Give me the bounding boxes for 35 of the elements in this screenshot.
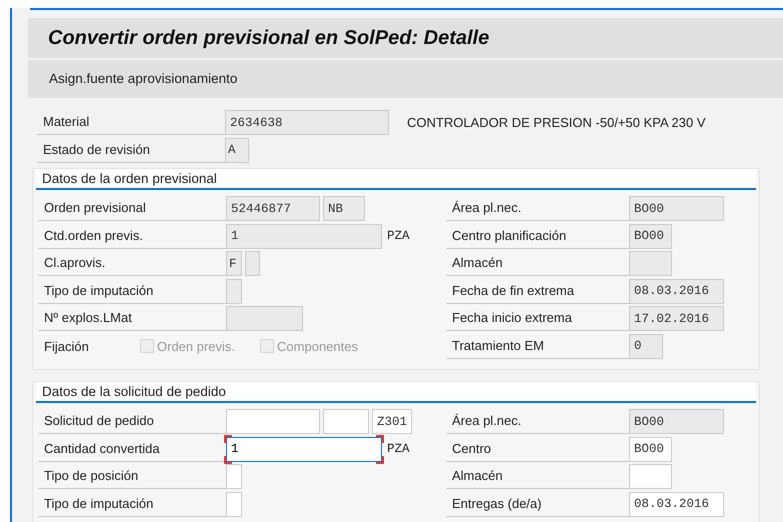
input-field[interactable]	[323, 409, 369, 434]
input-field[interactable]: 08.03.2016	[629, 492, 724, 516]
input-field[interactable]: BO00	[629, 409, 724, 434]
toolbar-button[interactable]: Asign.fuente aprovisionamiento	[49, 68, 238, 90]
input-field[interactable]: 17.02.2016	[629, 306, 724, 331]
unit-label: PZA	[387, 228, 410, 244]
input-field[interactable]: Z301	[372, 409, 412, 434]
input-field[interactable]: F	[226, 251, 242, 276]
input-field[interactable]	[226, 306, 303, 331]
input-field[interactable]	[245, 251, 260, 276]
window-title: Convertir orden previsional en SolPed: Detalle	[28, 18, 783, 58]
checkbox-label: Orden previs.	[157, 338, 236, 356]
input-field[interactable]: 1	[224, 434, 384, 464]
input-field[interactable]: BO00	[629, 436, 672, 462]
input-field[interactable]	[226, 278, 242, 304]
input-field[interactable]	[226, 409, 320, 434]
input-field[interactable]	[629, 464, 672, 489]
input-field[interactable]: A	[225, 138, 249, 162]
input-field[interactable]: 52446877	[226, 196, 320, 221]
unit-label: PZA	[387, 440, 410, 458]
input-field[interactable]: BO00	[629, 224, 672, 248]
input-field[interactable]: 0	[629, 334, 663, 358]
input-field[interactable]: 08.03.2016	[629, 278, 724, 304]
input-field[interactable]	[226, 464, 242, 489]
section-title: Datos de la orden previsional	[36, 169, 756, 190]
input-field[interactable]	[226, 492, 242, 516]
field-label: Fijación	[43, 338, 90, 356]
input-field[interactable]: 1	[226, 224, 382, 248]
section-title: Datos de la solicitud de pedido	[36, 382, 756, 403]
checkbox-label: Componentes	[277, 338, 358, 356]
input-field[interactable]: 2634638	[225, 110, 389, 135]
input-field[interactable]: BO00	[629, 196, 724, 221]
material-description: CONTROLADOR DE PRESION -50/+50 KPA 230 V	[407, 114, 706, 132]
input-field[interactable]	[629, 251, 672, 276]
input-field[interactable]: NB	[323, 196, 365, 221]
